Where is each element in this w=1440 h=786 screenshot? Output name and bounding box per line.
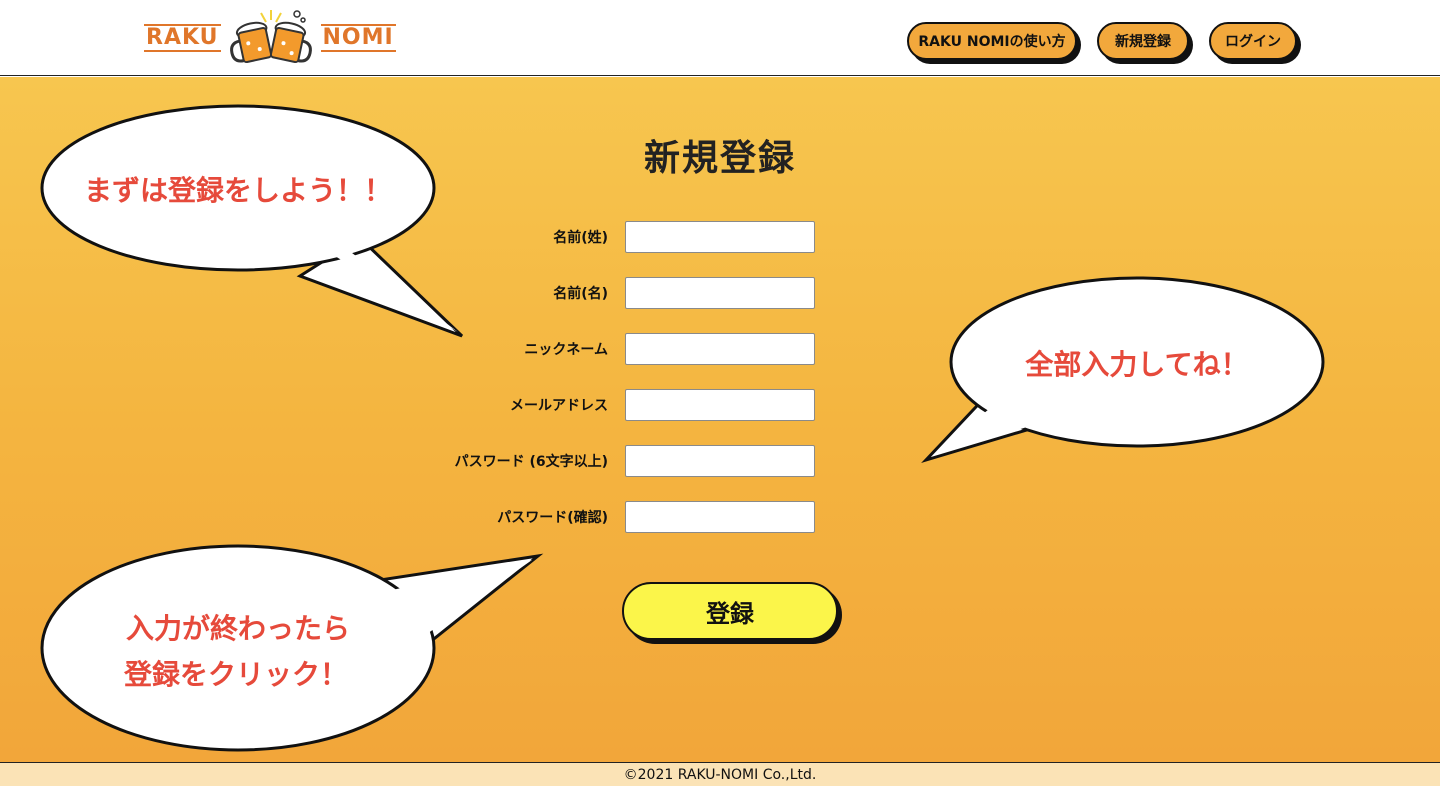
bubble-text-top-left: まずは登録をしよう！！ — [83, 174, 392, 207]
bubble-text-right: 全部入力してね！ — [1025, 348, 1249, 381]
logo-word-right: NOMI — [320, 24, 396, 52]
site-header: RAKU NOMI RAKU NOMIの使い方 新規登録 ログイン — [0, 0, 1440, 76]
form-row-first-name: 名前(名) — [0, 277, 1440, 309]
password-confirm-input[interactable] — [625, 501, 815, 533]
password-input[interactable] — [625, 445, 815, 477]
form-row-email: メールアドレス — [0, 389, 1440, 421]
site-footer: ©2021 RAKU-NOMI Co.,Ltd. — [0, 762, 1440, 786]
bubble-text-bottom-left-line1: 入力が終わったら — [125, 612, 350, 645]
last-name-label: 名前(姓) — [553, 230, 608, 246]
site-logo[interactable]: RAKU NOMI — [144, 8, 396, 68]
form-row-password-confirm: パスワード(確認) — [0, 501, 1440, 533]
nav-login-button[interactable]: ログイン — [1209, 22, 1297, 60]
first-name-input[interactable] — [625, 277, 815, 309]
first-name-label: 名前(名) — [553, 286, 608, 302]
logo-word-left: RAKU — [144, 24, 221, 52]
nickname-label: ニックネーム — [524, 342, 608, 358]
copyright-text: ©2021 RAKU-NOMI Co.,Ltd. — [623, 767, 817, 783]
nav-how-to-use-button[interactable]: RAKU NOMIの使い方 — [907, 22, 1077, 60]
form-row-last-name: 名前(姓) — [0, 221, 1440, 253]
email-label: メールアドレス — [510, 398, 608, 414]
nav-signup-button[interactable]: 新規登録 — [1097, 22, 1189, 60]
register-submit-button[interactable]: 登録 — [622, 582, 838, 640]
last-name-input[interactable] — [625, 221, 815, 253]
form-row-password: パスワード (6文字以上) — [0, 445, 1440, 477]
beer-mugs-icon — [229, 10, 312, 64]
password-confirm-label: パスワード(確認) — [497, 510, 608, 526]
password-label: パスワード (6文字以上) — [454, 454, 608, 470]
nickname-input[interactable] — [625, 333, 815, 365]
email-input[interactable] — [625, 389, 815, 421]
bubble-text-bottom-left-line2: 登録をクリック！ — [123, 658, 348, 691]
